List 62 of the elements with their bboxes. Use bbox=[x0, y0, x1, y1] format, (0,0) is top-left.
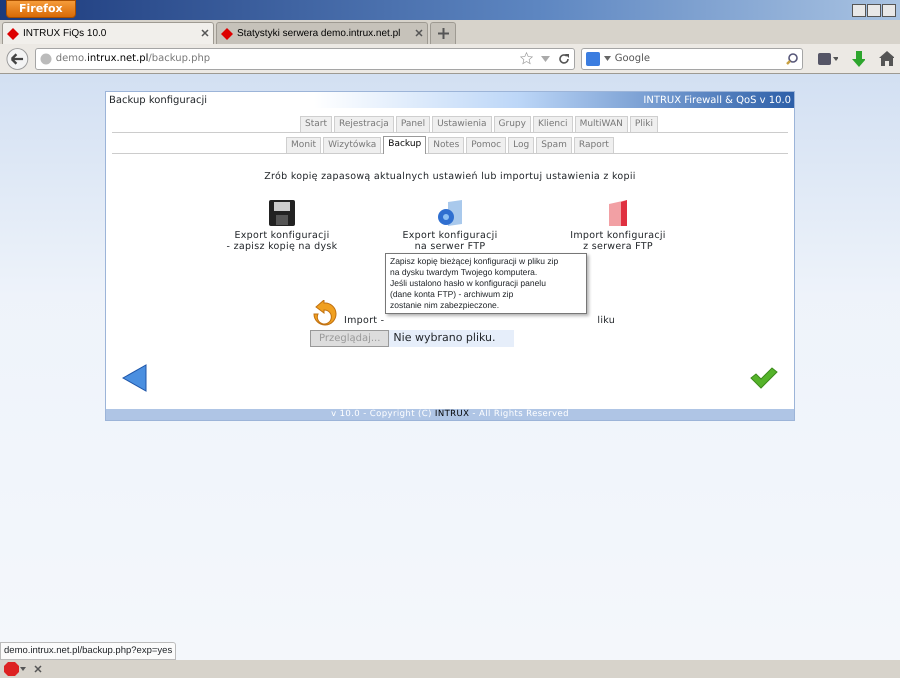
globe-folder-icon[interactable] bbox=[436, 200, 464, 226]
panel-tab[interactable]: Backup bbox=[383, 136, 426, 154]
browser-tab[interactable]: INTRUX FiQs 10.0 bbox=[2, 22, 214, 44]
firefox-menu-button[interactable]: Firefox bbox=[6, 0, 76, 18]
tooltip: Zapisz kopię bieżącej konfiguracji w pliku zip na dysku twardym Twojego komputera. Jeśli ustalono hasło w konfiguracji panelu (dane konta FTP) - archiwum zip zostanie nim zabezpieczone. bbox=[385, 253, 587, 314]
dropdown-icon[interactable] bbox=[604, 56, 611, 61]
globe-icon bbox=[40, 52, 52, 64]
action-link[interactable]: Import konfiguracji z serwera FTP bbox=[570, 230, 666, 252]
plus-icon bbox=[438, 28, 448, 39]
search-icon[interactable] bbox=[786, 52, 798, 64]
bookmarks-icon[interactable] bbox=[816, 52, 838, 66]
download-icon[interactable] bbox=[852, 50, 865, 66]
panel-title: Backup konfiguracji bbox=[109, 94, 208, 108]
panel-tab[interactable]: Klienci bbox=[532, 116, 573, 132]
panel-tab[interactable]: Start bbox=[300, 116, 332, 132]
home-icon[interactable] bbox=[878, 51, 894, 66]
folder-icon[interactable] bbox=[607, 200, 629, 226]
site-icon bbox=[7, 28, 19, 40]
reload-icon[interactable] bbox=[558, 52, 570, 64]
file-status-text: Nie wybrano pliku. bbox=[389, 330, 514, 348]
close-tab-icon[interactable] bbox=[201, 29, 209, 38]
site-icon bbox=[221, 28, 233, 40]
panel-tab[interactable]: Rejestracja bbox=[334, 116, 394, 132]
google-icon bbox=[586, 52, 600, 66]
checkmark-icon[interactable] bbox=[750, 367, 778, 390]
address-field[interactable]: demo.intrux.net.pl/backup.php bbox=[34, 48, 575, 70]
panel-tab[interactable]: Wizytówka bbox=[323, 137, 382, 153]
product-name: INTRUX Firewall & QoS v 10.0 bbox=[643, 94, 791, 108]
import-label: Import - bbox=[344, 315, 384, 326]
status-link-text: demo.intrux.net.pl/backup.php?exp=yes bbox=[0, 642, 176, 660]
tab-title: INTRUX FiQs 10.0 bbox=[23, 27, 108, 41]
search-placeholder: Google bbox=[614, 52, 650, 66]
adblock-icon[interactable] bbox=[4, 662, 26, 676]
panel-tab[interactable]: Ustawienia bbox=[432, 116, 492, 132]
url-text: demo.intrux.net.pl/backup.php bbox=[56, 52, 210, 66]
close-tab-icon[interactable] bbox=[415, 29, 423, 38]
back-arrow-icon[interactable] bbox=[122, 364, 148, 392]
close-button[interactable] bbox=[882, 4, 896, 16]
back-icon[interactable] bbox=[6, 46, 29, 70]
panel-tab[interactable]: MultiWAN bbox=[574, 116, 628, 132]
copyright-text: v 10.0 - Copyright (C) INTRUX - All Rights Reserved bbox=[106, 409, 794, 420]
search-field[interactable]: Google bbox=[580, 48, 803, 70]
minimize-button[interactable] bbox=[852, 4, 866, 16]
new-tab-button[interactable] bbox=[430, 22, 456, 44]
panel-tab[interactable]: Spam bbox=[536, 137, 572, 153]
panel-tab[interactable]: Grupy bbox=[494, 116, 531, 132]
panel-tab[interactable]: Pomoc bbox=[466, 137, 506, 153]
intro-text: Zrób kopię zapasową aktualnych ustawień lub importuj ustawienia z kopii bbox=[263, 170, 637, 184]
panel-tab[interactable]: Log bbox=[508, 137, 534, 153]
star-icon[interactable] bbox=[520, 52, 533, 65]
panel-tab[interactable]: Pliki bbox=[630, 116, 658, 132]
tab-title: Statystyki serwera demo.intrux.net.pl bbox=[237, 27, 402, 41]
panel-tab[interactable]: Monit bbox=[286, 137, 322, 153]
panel-tab[interactable]: Notes bbox=[428, 137, 464, 153]
panel-tab[interactable]: Panel bbox=[396, 116, 430, 132]
panel-tab[interactable]: Raport bbox=[574, 137, 614, 153]
action-link[interactable]: Export konfiguracji na serwer FTP bbox=[402, 230, 498, 252]
action-link[interactable]: Export konfiguracji - zapisz kopię na dysk bbox=[226, 230, 338, 252]
close-icon[interactable] bbox=[34, 665, 42, 673]
maximize-button[interactable] bbox=[867, 4, 881, 16]
import-label-end: liku bbox=[597, 315, 616, 326]
browser-tab[interactable]: Statystyki serwera demo.intrux.net.pl bbox=[216, 22, 428, 44]
